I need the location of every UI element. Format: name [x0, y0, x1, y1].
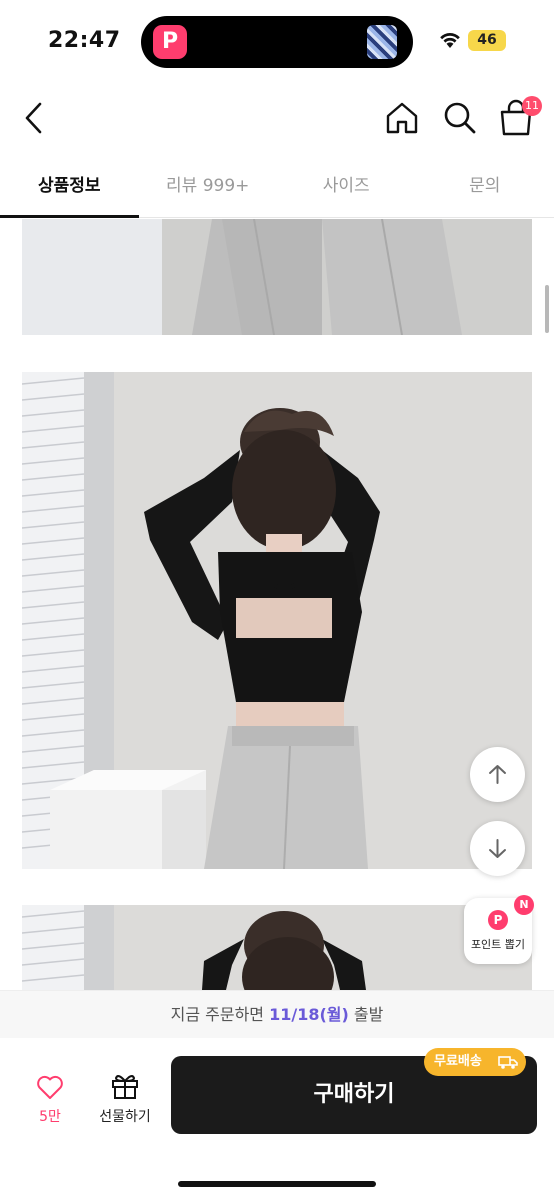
- scroll-bottom-button[interactable]: [470, 821, 525, 876]
- like-count: 5만: [39, 1109, 61, 1125]
- shipping-suffix: 출발: [348, 1005, 384, 1024]
- tab-size[interactable]: 사이즈: [277, 160, 416, 217]
- gift-button[interactable]: 선물하기: [92, 1070, 158, 1130]
- product-photo: [22, 905, 532, 990]
- shipping-notice: 지금 주문하면 11/18(월) 출발: [0, 990, 554, 1038]
- shipping-date: 11/18(월): [269, 1005, 349, 1024]
- search-icon[interactable]: [440, 98, 480, 138]
- media-thumbnail: [367, 25, 397, 59]
- status-time: 22:47: [48, 28, 121, 53]
- like-button[interactable]: 5만: [20, 1070, 80, 1130]
- product-photo-main: [22, 372, 532, 869]
- cart-count-badge: 11: [522, 96, 542, 116]
- app-header: [0, 88, 554, 148]
- status-bar: 22:47 P 46: [0, 0, 554, 80]
- new-badge: N: [514, 895, 534, 915]
- scroll-top-button[interactable]: [470, 747, 525, 802]
- scrollbar[interactable]: [545, 285, 549, 333]
- home-icon[interactable]: [382, 98, 422, 138]
- battery-indicator: 46: [468, 30, 506, 51]
- arrow-down-icon: [489, 839, 506, 858]
- shipping-prefix: 지금 주문하면: [170, 1005, 270, 1024]
- product-photo: [22, 219, 532, 335]
- free-shipping-badge: 무료배송: [424, 1048, 526, 1076]
- wifi-icon: [440, 32, 460, 48]
- point-draw-label: 포인트 뽑기: [470, 938, 526, 951]
- product-tabs: 상품정보 리뷰 999+ 사이즈 문의: [0, 160, 554, 218]
- tab-reviews[interactable]: 리뷰 999+: [139, 160, 278, 217]
- heart-icon: [37, 1075, 63, 1099]
- home-indicator: [178, 1181, 376, 1187]
- tab-inquiry[interactable]: 문의: [416, 160, 554, 217]
- arrow-up-icon: [489, 765, 506, 784]
- free-shipping-label: 무료배송: [434, 1054, 482, 1069]
- gift-label: 선물하기: [99, 1109, 151, 1125]
- chevron-left-icon[interactable]: [16, 98, 52, 138]
- point-icon: P: [488, 910, 508, 930]
- tab-product-info[interactable]: 상품정보: [0, 160, 139, 218]
- dynamic-island: P: [141, 16, 413, 68]
- truck-icon: [498, 1056, 518, 1069]
- app-icon: P: [153, 25, 187, 59]
- gift-icon: [112, 1075, 138, 1099]
